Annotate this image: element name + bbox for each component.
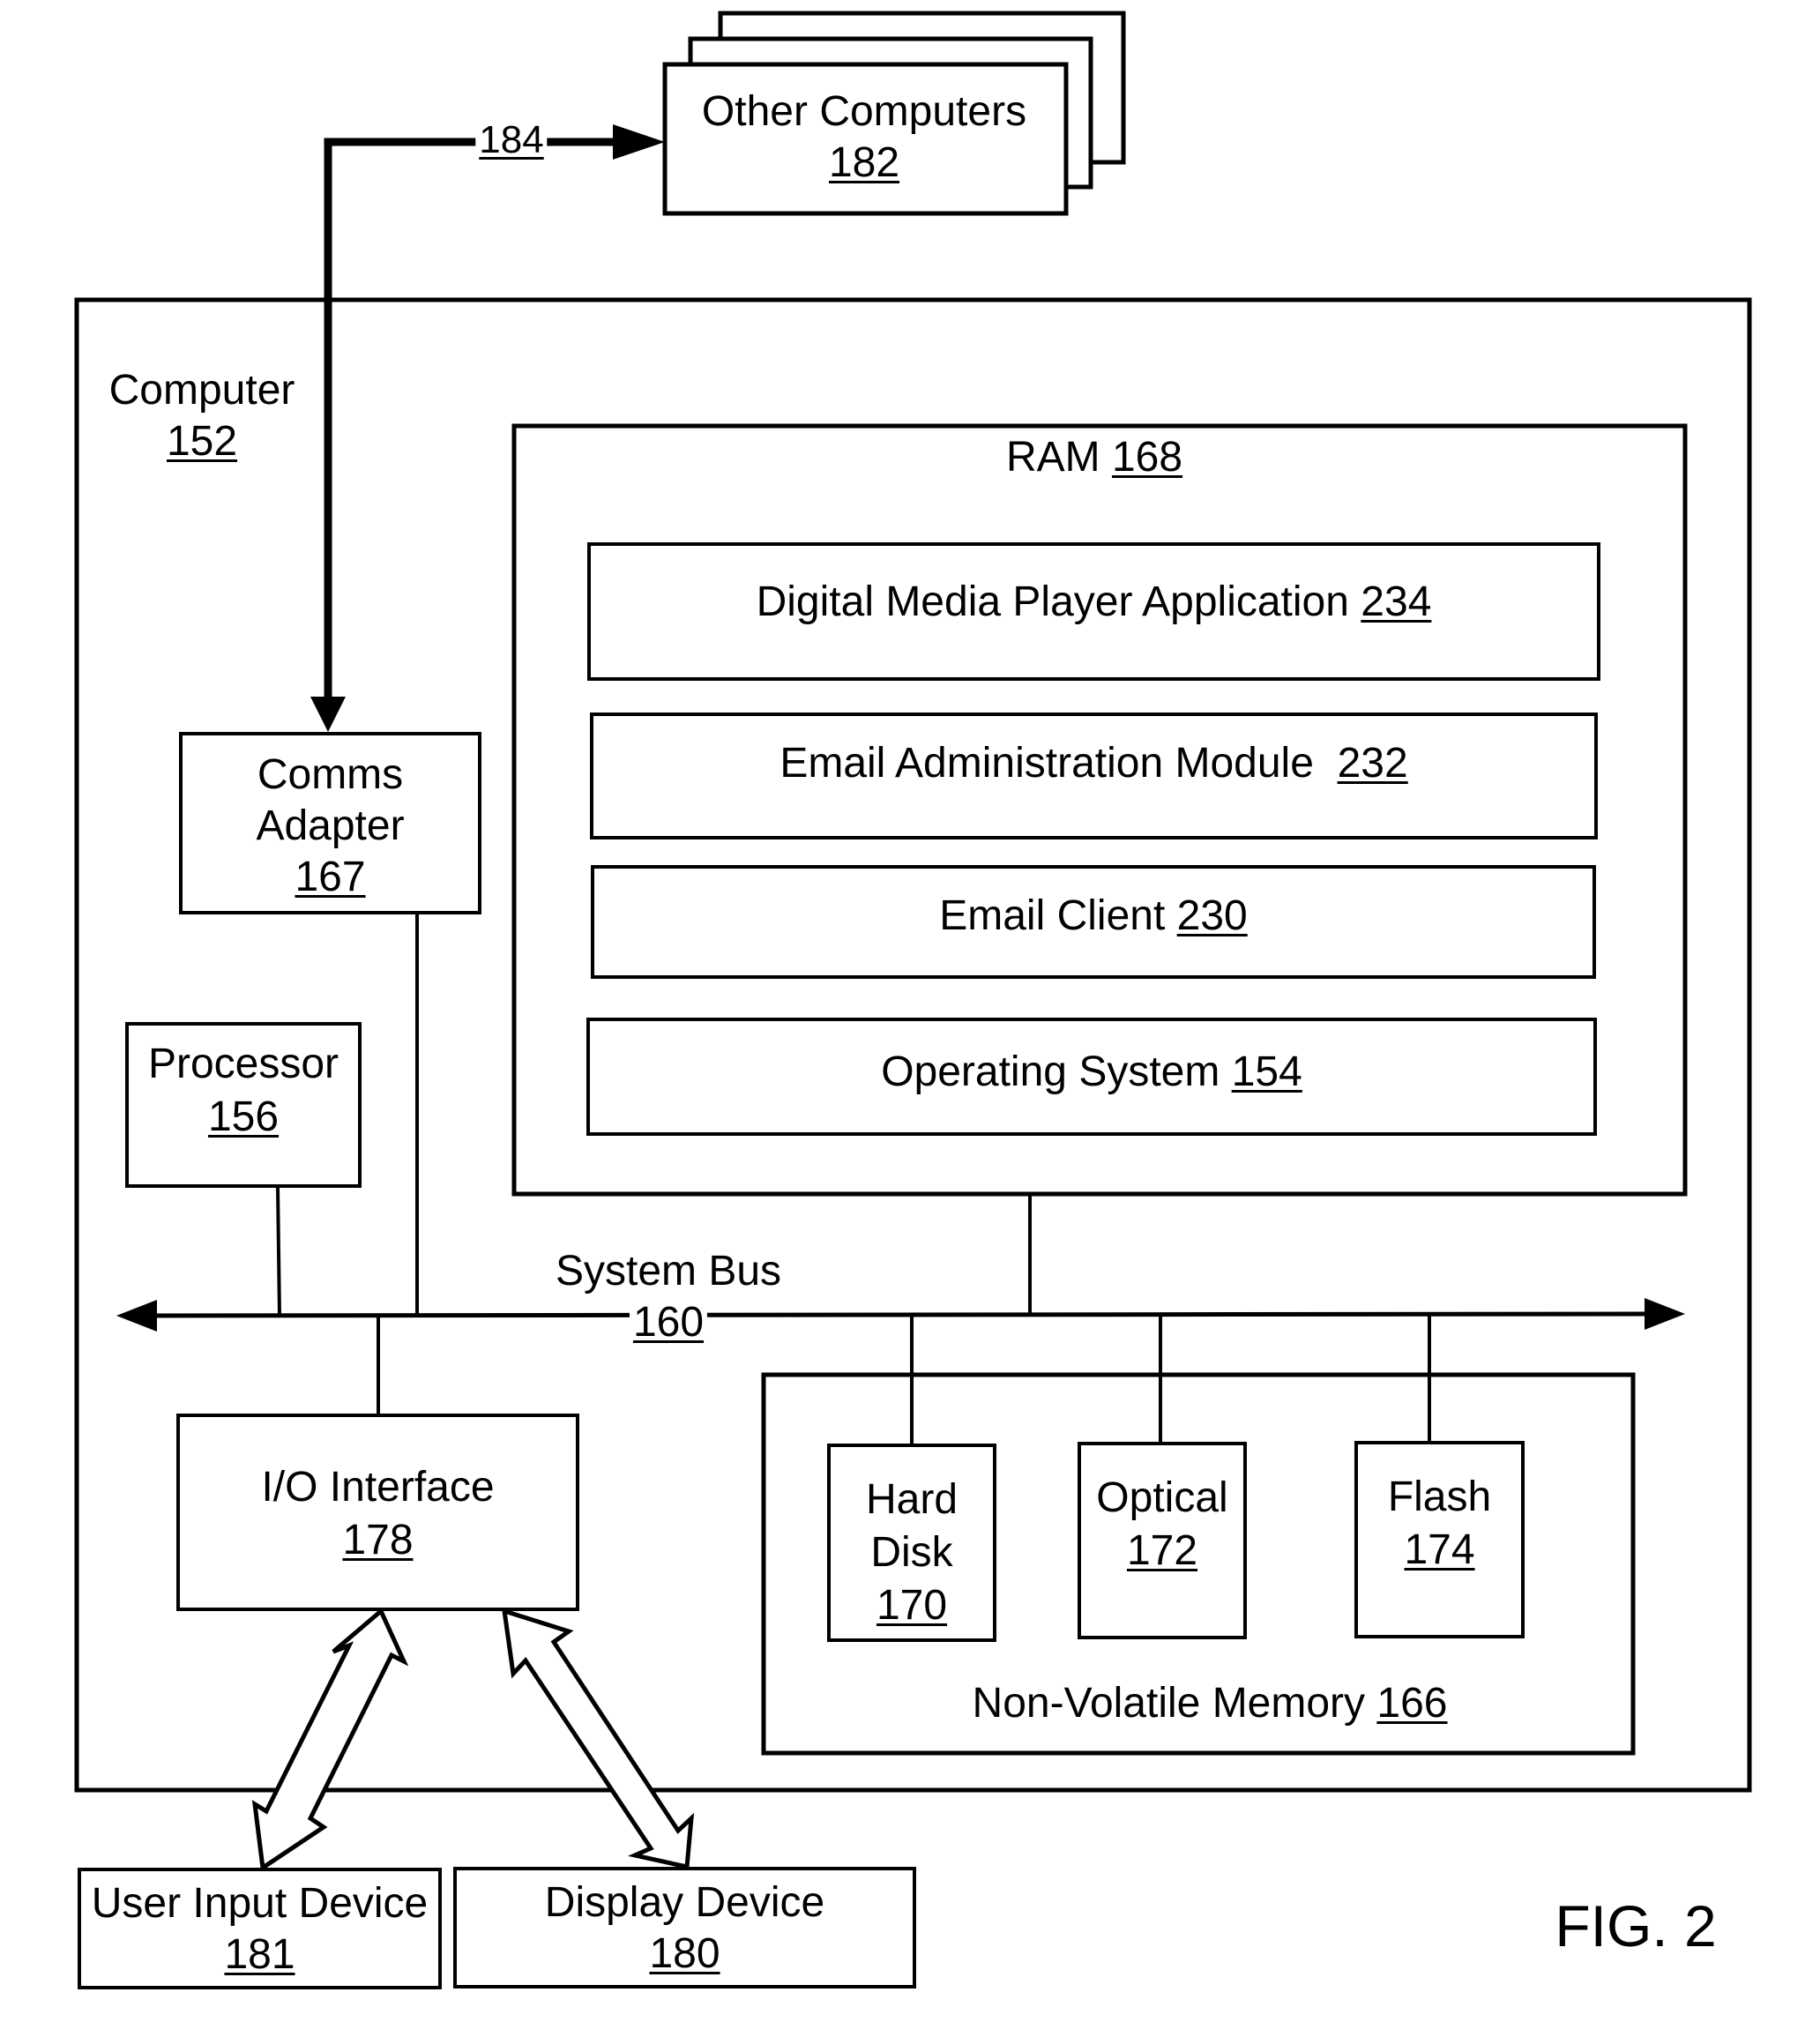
comms-adapter-ref: 167 [295,854,366,900]
processor-ref: 156 [207,1093,280,1140]
bus-arrow-right-icon [1645,1298,1685,1330]
comms-adapter-line1: Comms [257,751,404,798]
optical-box[interactable]: Optical 172 [1078,1442,1247,1639]
ram-module-operating-system[interactable]: Operating System 154 [586,1018,1597,1136]
hard-disk-line1: Hard [865,1476,958,1523]
arrowhead-right-icon [613,124,665,160]
flash-box[interactable]: Flash 174 [1354,1441,1525,1638]
flash-title: Flash [1387,1474,1492,1520]
arrowhead-down-icon [310,697,346,732]
computer-title: Computer [108,367,295,414]
bus-arrow-left-icon [116,1300,157,1332]
module-ref: 232 [1337,740,1408,787]
user-input-device-ref: 181 [224,1931,295,1978]
display-device-box[interactable]: Display Device 180 [453,1867,916,1988]
nvm-title: Non-Volatile Memory [972,1680,1366,1727]
ram-module-email-administration[interactable]: Email Administration Module 232 [590,713,1598,839]
ram-ref: 168 [1111,434,1183,481]
system-bus-title: System Bus [555,1248,782,1295]
optical-title: Optical [1096,1474,1228,1521]
computer-ref: 152 [166,417,238,465]
io-user-input-double-arrow-icon [251,1607,409,1872]
module-ref: 154 [1231,1048,1302,1095]
other-computers-ref: 182 [828,138,900,186]
hard-disk-ref: 170 [876,1582,948,1629]
module-ref: 230 [1176,892,1248,939]
user-input-device-box[interactable]: User Input Device 181 [78,1868,442,1989]
comms-adapter-box[interactable]: Comms Adapter 167 [179,732,481,914]
module-label: Email Administration Module [779,740,1314,787]
display-device-ref: 180 [649,1930,720,1977]
processor-title: Processor [147,1041,339,1087]
system-bus-ref: 160 [629,1296,708,1348]
hard-disk-box[interactable]: Hard Disk 170 [827,1444,996,1642]
nvm-label: Non-Volatile Memory 166 [973,1678,1448,1729]
ram-label: RAM 168 [1006,432,1182,483]
nvm-ref: 166 [1376,1680,1448,1727]
processor-bus-tap [276,1187,281,1317]
comms-adapter-line2: Adapter [256,802,405,849]
hard-disk-line2: Disk [870,1529,953,1576]
module-ref: 234 [1361,578,1432,625]
io-interface-box[interactable]: I/O Interface 178 [176,1414,579,1611]
module-label: Email Client [939,892,1166,939]
display-device-title: Display Device [544,1879,825,1926]
network-link-ref: 184 [475,117,548,164]
io-interface-ref: 178 [342,1517,414,1563]
user-input-device-title: User Input Device [91,1880,429,1927]
ram-module-email-client[interactable]: Email Client 230 [591,865,1596,979]
system-bus-label: System Bus 160 [555,1246,782,1348]
module-label: Operating System [881,1048,1220,1095]
flash-ref: 174 [1404,1526,1475,1573]
ram-module-digital-media-player[interactable]: Digital Media Player Application 234 [587,542,1600,681]
figure-label: FIG. 2 [1555,1893,1717,1959]
network-link-line [324,138,617,697]
other-computers-title: Other Computers [701,88,1027,135]
io-interface-title: I/O Interface [261,1464,495,1511]
module-label: Digital Media Player Application [756,578,1349,625]
io-display-double-arrow-icon [501,1608,695,1870]
other-computers-label: Other Computers 182 [702,86,1026,188]
optical-ref: 172 [1126,1527,1198,1574]
computer-label: Computer 152 [109,365,295,466]
ram-title: RAM [1005,434,1100,481]
processor-box[interactable]: Processor 156 [125,1022,362,1188]
